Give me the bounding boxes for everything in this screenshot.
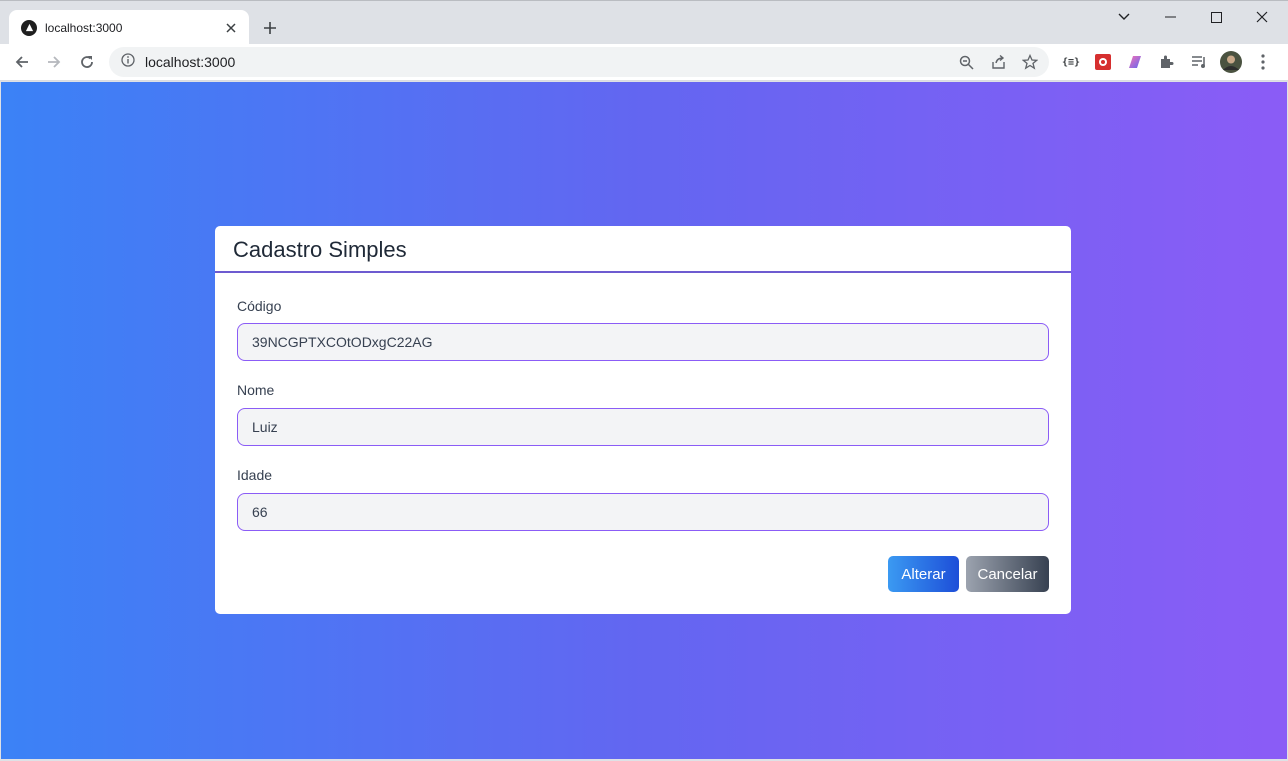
bookmark-star-icon[interactable] [1021,53,1039,71]
browser-toolbar: localhost:3000 {≡} [0,44,1288,81]
close-window-icon[interactable] [1239,5,1285,29]
close-tab-icon[interactable] [223,20,239,36]
site-info-icon[interactable] [121,52,135,72]
extensions-puzzle-icon[interactable] [1157,52,1177,72]
form-card: Cadastro Simples Código Nome Idade Alter… [215,226,1071,614]
red-extension-icon[interactable] [1093,52,1113,72]
url-text: localhost:3000 [145,54,236,70]
address-bar[interactable]: localhost:3000 [109,47,1049,77]
json-extension-icon[interactable]: {≡} [1061,52,1081,72]
zoom-icon[interactable] [957,53,975,71]
tab-search-icon[interactable] [1101,5,1147,29]
card-header: Cadastro Simples [215,226,1071,273]
minimize-icon[interactable] [1147,5,1193,29]
profile-avatar[interactable] [1219,50,1243,74]
idade-input[interactable] [237,493,1049,531]
share-icon[interactable] [989,53,1007,71]
media-queue-icon[interactable] [1189,52,1209,72]
codigo-label: Código [237,298,282,314]
nome-label: Nome [237,382,275,398]
gradient-extension-icon[interactable] [1125,52,1145,72]
codigo-input[interactable] [237,323,1049,361]
cancelar-button[interactable]: Cancelar [966,556,1049,592]
nome-input[interactable] [237,408,1049,446]
forward-arrow-icon[interactable] [40,48,68,76]
idade-label: Idade [237,467,273,483]
tab-title: localhost:3000 [45,20,123,35]
alterar-button[interactable]: Alterar [888,556,959,592]
browser-tab[interactable]: localhost:3000 [9,10,249,45]
reload-icon[interactable] [73,48,101,76]
header-divider [215,271,1071,272]
maximize-icon[interactable] [1193,5,1239,29]
browser-titlebar: localhost:3000 [0,0,1288,45]
back-arrow-icon[interactable] [8,48,36,76]
page-title: Cadastro Simples [233,237,407,262]
more-menu-icon[interactable] [1253,52,1273,72]
page-viewport: Cadastro Simples Código Nome Idade Alter… [1,82,1287,759]
nextjs-favicon-icon [21,19,37,36]
new-tab-icon[interactable] [258,16,282,40]
